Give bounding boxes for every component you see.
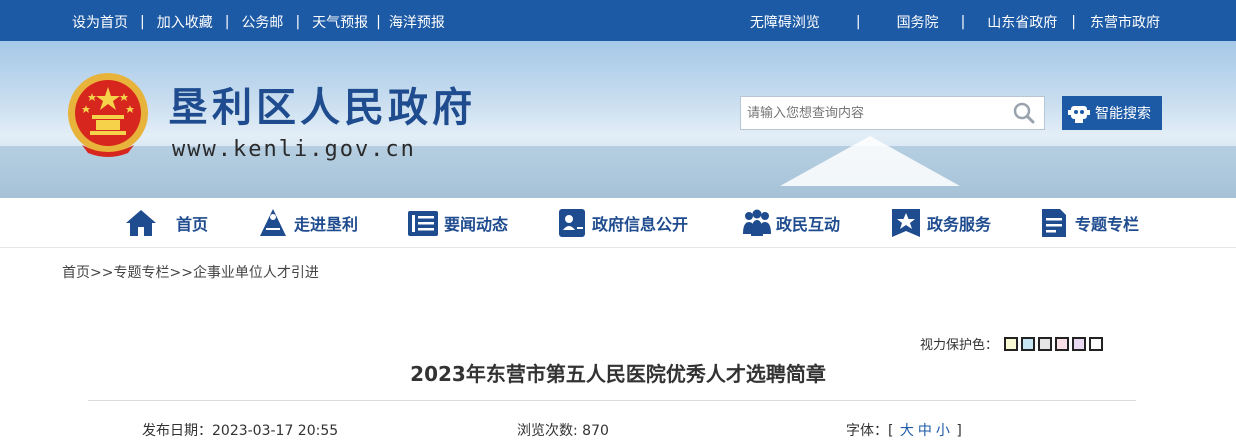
separator: | bbox=[1071, 14, 1076, 30]
weather-forecast-link[interactable]: 天气预报 bbox=[312, 12, 368, 32]
title-divider bbox=[88, 400, 1136, 401]
separator: | bbox=[224, 14, 230, 30]
nav-label: 专题专栏 bbox=[1075, 215, 1140, 234]
breadcrumb-talent[interactable]: 企事业单位人才引进 bbox=[193, 265, 319, 281]
document-icon bbox=[1042, 209, 1066, 237]
site-title: 垦利区人民政府 bbox=[168, 84, 476, 131]
search-box bbox=[740, 96, 1045, 130]
color-swatch-yellow[interactable] bbox=[1004, 336, 1019, 351]
news-icon bbox=[408, 211, 438, 236]
breadcrumb: 首页>>专题专栏>>企事业单位人才引进 bbox=[62, 262, 319, 282]
set-homepage-link[interactable]: 设为首页 bbox=[72, 12, 128, 32]
article-title: 2023年东营市第五人民医院优秀人才选聘简章 bbox=[410, 362, 826, 386]
font-bracket-open: [ bbox=[888, 423, 894, 439]
color-swatch-purple[interactable] bbox=[1072, 336, 1087, 351]
separator: | bbox=[140, 14, 145, 30]
header-banner: 垦利区人民政府 www.kenli.gov.cn 智能搜索 bbox=[0, 41, 1236, 198]
nav-label: 走进垦利 bbox=[294, 215, 359, 234]
breadcrumb-special-topics[interactable]: 专题专栏 bbox=[113, 265, 169, 281]
breadcrumb-separator: >> bbox=[90, 265, 114, 281]
shandong-gov-link[interactable]: 山东省政府 bbox=[987, 12, 1057, 32]
robot-icon bbox=[1068, 106, 1090, 123]
dongying-gov-link[interactable]: 东营市政府 bbox=[1090, 12, 1160, 32]
vision-label: 视力保护色： bbox=[920, 338, 999, 353]
font-large-button[interactable]: 大 bbox=[900, 423, 914, 439]
accessibility-link[interactable]: 无障碍浏览 bbox=[750, 12, 820, 32]
main-nav: 首页 走进垦利 要闻动态 政府信息公开 政民互动 政务服务 专题专栏 bbox=[0, 198, 1236, 248]
banner-landmark bbox=[780, 136, 960, 186]
publish-label: 发布日期： bbox=[142, 423, 212, 439]
font-size-control: 字体：[ 大中小 ] bbox=[846, 420, 962, 440]
site-url: www.kenli.gov.cn bbox=[172, 137, 416, 162]
color-swatch-blue[interactable] bbox=[1021, 336, 1036, 351]
font-bracket-close: ] bbox=[956, 423, 962, 439]
add-favorite-link[interactable]: 加入收藏 bbox=[157, 12, 213, 32]
smart-search-label: 智能搜索 bbox=[1095, 106, 1151, 122]
nav-label: 要闻动态 bbox=[444, 215, 509, 234]
breadcrumb-separator: >> bbox=[169, 265, 193, 281]
publish-date-value: 2023-03-17 20:55 bbox=[212, 423, 339, 439]
view-count: 浏览次数: 870 bbox=[517, 420, 609, 440]
state-council-link[interactable]: 国务院 bbox=[897, 12, 939, 32]
people-icon bbox=[743, 209, 771, 236]
views-label: 浏览次数: bbox=[517, 423, 583, 439]
top-bar-right-links: 无障碍浏览 | 国务院 | 山东省政府 | 东营市政府 bbox=[750, 12, 1160, 32]
font-label: 字体： bbox=[846, 423, 888, 439]
smart-search-button[interactable]: 智能搜索 bbox=[1062, 96, 1162, 130]
nav-label: 政民互动 bbox=[776, 215, 841, 234]
publish-date: 发布日期：2023-03-17 20:55 bbox=[142, 420, 338, 440]
nav-label: 政府信息公开 bbox=[592, 215, 689, 234]
separator: | bbox=[376, 14, 381, 30]
home-icon bbox=[126, 210, 156, 236]
nav-item-interaction[interactable]: 政民互动 bbox=[740, 206, 840, 240]
official-mail-link[interactable]: 公务邮 bbox=[241, 12, 283, 32]
nav-item-special-topics[interactable]: 专题专栏 bbox=[1037, 206, 1139, 240]
nav-item-gov-service[interactable]: 政务服务 bbox=[889, 206, 991, 240]
nav-item-home[interactable]: 首页 bbox=[124, 206, 208, 240]
landmark-icon bbox=[260, 209, 286, 236]
id-card-icon bbox=[559, 209, 585, 237]
national-emblem-icon bbox=[68, 73, 148, 157]
search-icon[interactable] bbox=[1012, 101, 1036, 125]
separator: | bbox=[960, 14, 966, 30]
color-swatch-white[interactable] bbox=[1089, 336, 1104, 351]
top-bar-left-links: 设为首页 | 加入收藏 | 公务邮 | 天气预报 | 海洋预报 bbox=[72, 12, 445, 32]
top-bar: 设为首页 | 加入收藏 | 公务邮 | 天气预报 | 海洋预报 无障碍浏览 | … bbox=[0, 0, 1236, 41]
nav-item-news[interactable]: 要闻动态 bbox=[406, 206, 508, 240]
nav-label: 政务服务 bbox=[927, 215, 992, 234]
font-small-button[interactable]: 小 bbox=[936, 423, 950, 439]
color-swatch-gray[interactable] bbox=[1038, 336, 1053, 351]
views-value: 870 bbox=[582, 423, 609, 439]
star-badge-icon bbox=[892, 209, 920, 237]
breadcrumb-home[interactable]: 首页 bbox=[62, 265, 90, 281]
nav-item-about-kenli[interactable]: 走进垦利 bbox=[256, 206, 358, 240]
separator: | bbox=[295, 14, 301, 30]
nav-item-gov-info[interactable]: 政府信息公开 bbox=[556, 206, 688, 240]
color-swatch-pink[interactable] bbox=[1055, 336, 1070, 351]
separator: | bbox=[855, 14, 861, 30]
search-input[interactable] bbox=[747, 101, 997, 125]
nav-label: 首页 bbox=[176, 215, 209, 234]
ocean-forecast-link[interactable]: 海洋预报 bbox=[389, 12, 445, 32]
vision-protection-colors: 视力保护色： bbox=[920, 334, 1104, 353]
font-medium-button[interactable]: 中 bbox=[918, 423, 932, 439]
